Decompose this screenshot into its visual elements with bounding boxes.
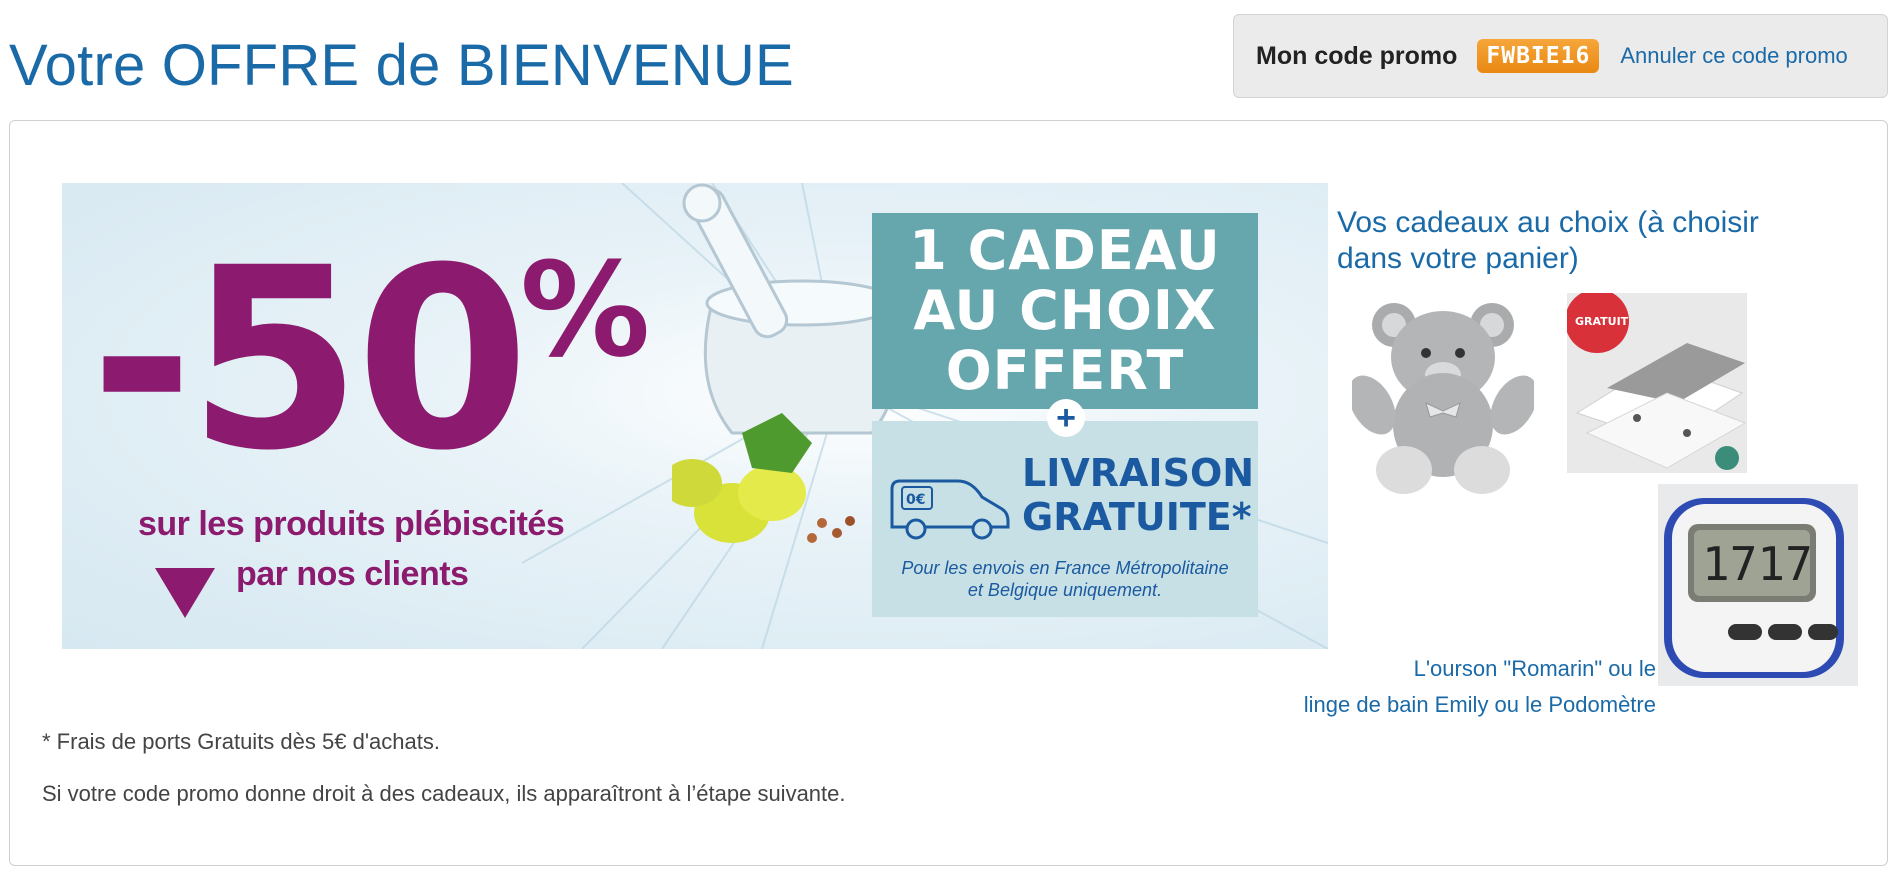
gifts-caption: L'ourson "Romarin" ou le linge de bain E… — [1250, 651, 1656, 723]
towel-badge-text: GRATUIT — [1575, 315, 1629, 328]
percent-sign: % — [520, 234, 651, 386]
gifts-info-text: Si votre code promo donne droit à des ca… — [42, 781, 846, 806]
cancel-promo-link[interactable]: Annuler ce code promo — [1620, 43, 1847, 69]
shipping-footnote: * Frais de ports Gratuits dès 5€ d'achat… — [42, 729, 440, 754]
banner-subline-1: sur les produits plébiscités — [138, 505, 565, 543]
towel-image[interactable]: GRATUIT — [1567, 293, 1747, 473]
gift-line-3: OFFERT — [945, 339, 1185, 402]
discount-value: -50 — [90, 214, 530, 505]
gift-line-1: 1 CADEAU — [909, 219, 1221, 282]
plus-icon: + — [1047, 399, 1085, 437]
gifts-caption-line-2: linge de bain Emily ou le Podomètre — [1303, 692, 1656, 717]
delivery-van-icon: 0€ — [890, 479, 1010, 540]
promo-code-badge: FWBIE16 — [1477, 39, 1600, 73]
gifts-heading: Vos cadeaux au choix (à choisir dans vot… — [1337, 206, 1759, 275]
free-delivery-title: LIVRAISON GRATUITE* — [1022, 451, 1255, 539]
promo-code-label: Mon code promo — [1256, 41, 1458, 70]
welcome-offer-panel: -50 % sur les produits plébiscités par n… — [9, 120, 1888, 866]
pedometer-image[interactable]: 1717 — [1658, 484, 1858, 686]
van-price-label: 0€ — [906, 492, 925, 508]
gift-offer-box: 1 CADEAU AU CHOIX OFFERT — [872, 213, 1258, 409]
gift-line-2: AU CHOIX — [913, 279, 1217, 342]
teddy-bear-image[interactable] — [1352, 295, 1534, 495]
triangle-down-icon — [155, 568, 215, 618]
pedometer-display: 1717 — [1702, 537, 1813, 591]
promo-code-box: Mon code promo FWBIE16 Annuler ce code p… — [1233, 14, 1888, 98]
banner-subline-2: par nos clients — [236, 555, 469, 593]
page-title: Votre OFFRE de BIENVENUE — [9, 33, 794, 98]
delivery-note: Pour les envois en France Métropolitaine… — [901, 558, 1229, 600]
free-delivery-box: 0€ LIVRAISON GRATUITE* Pour les envois e… — [872, 421, 1258, 617]
promo-banner[interactable]: -50 % sur les produits plébiscités par n… — [62, 183, 1328, 649]
gifts-caption-line-1: L'ourson "Romarin" ou le — [1413, 656, 1656, 681]
